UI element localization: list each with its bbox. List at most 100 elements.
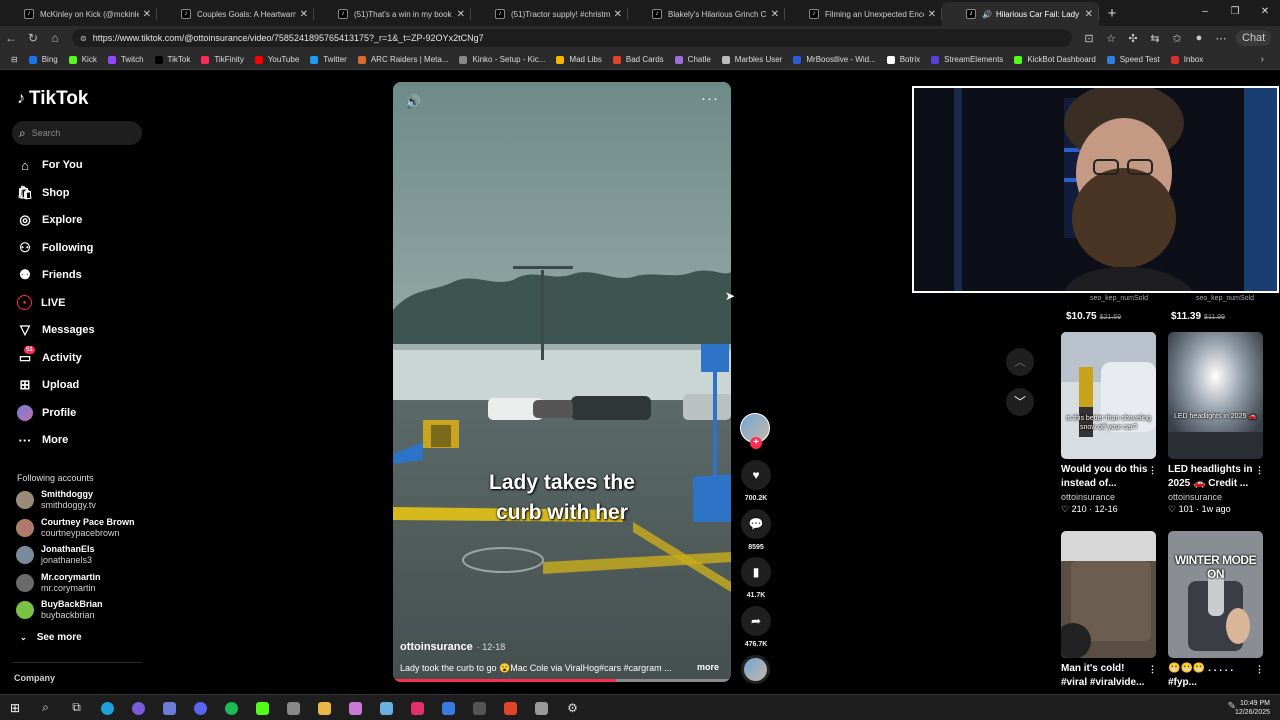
- share-button[interactable]: ➦ 476.7K: [740, 605, 772, 648]
- following-account[interactable]: JonathanEls jonathanels3: [16, 544, 95, 566]
- share-arrow-icon[interactable]: ➦: [741, 605, 771, 636]
- search-input[interactable]: ⌕ Search: [12, 121, 142, 145]
- related-video-thumbnail[interactable]: is this better than shoveling snow off y…: [1061, 332, 1156, 459]
- related-video-thumbnail[interactable]: LED headlights in 2025 🚗: [1168, 332, 1263, 459]
- browser-tab[interactable]: ♪ 🔊Hilarious Car Fail: Lady Hits th ✕: [942, 2, 1099, 26]
- bookmark-item[interactable]: Botrix: [886, 55, 920, 64]
- sidebar-item-shop[interactable]: 🛍 Shop: [17, 182, 70, 204]
- bookmark-item[interactable]: TikFinity: [201, 55, 244, 64]
- reload-icon[interactable]: ↻: [22, 31, 44, 45]
- app-icon[interactable]: [247, 700, 278, 715]
- app-icon[interactable]: [464, 700, 495, 715]
- favorites-icon[interactable]: ✩: [1166, 32, 1188, 45]
- bookmark-item[interactable]: Inbox: [1170, 55, 1203, 64]
- heart-icon[interactable]: ♥: [741, 460, 771, 490]
- folder-icon[interactable]: [309, 700, 340, 715]
- spotify-icon[interactable]: [216, 700, 247, 715]
- speaker-icon[interactable]: 🔊: [982, 10, 992, 19]
- following-account[interactable]: Mr.corymartin mr.corymartin: [16, 572, 101, 594]
- browser-tab[interactable]: ♪ (51)Tractor supply! #christmas | tra ✕: [471, 2, 628, 26]
- bookmark-item[interactable]: Kick: [68, 55, 97, 64]
- bookmark-item[interactable]: Bing: [28, 55, 58, 64]
- bookmark-folder-icon[interactable]: ⊟: [11, 55, 18, 64]
- extensions-icon[interactable]: ✣: [1122, 32, 1144, 45]
- bookmark-item[interactable]: ARC Raiders | Meta...: [357, 55, 448, 64]
- sidebar-item-explore[interactable]: ◎ Explore: [17, 209, 82, 231]
- bookmark-item[interactable]: Twitch: [107, 55, 144, 64]
- app-icon[interactable]: [526, 700, 557, 715]
- browser-tab[interactable]: ♪ (51)That's a win in my book | TikTo ✕: [314, 2, 471, 26]
- edge-browser-icon[interactable]: [92, 700, 123, 715]
- new-tab-button[interactable]: +: [1099, 2, 1125, 26]
- next-video-arrow-icon[interactable]: ﹀: [1006, 388, 1034, 416]
- related-video-card[interactable]: WINTER MODE ON ⋮ 😬😬😬 . . . . . #fyp...: [1168, 531, 1264, 690]
- related-video-card[interactable]: is this better than shoveling snow off y…: [1061, 332, 1157, 515]
- sidebar-item-live[interactable]: ● LIVE: [17, 292, 65, 314]
- browser-tab[interactable]: ♪ Couples Goals: A Heartwarming Tr ✕: [157, 2, 314, 26]
- shop-price[interactable]: $10.75 $21.59: [1066, 311, 1121, 322]
- app-icon[interactable]: [433, 700, 464, 715]
- site-info-icon[interactable]: ⊜: [80, 34, 87, 43]
- settings-gear-icon[interactable]: ⚙: [557, 701, 588, 715]
- tab-sync-icon[interactable]: ⇆: [1144, 32, 1166, 45]
- related-video-thumbnail[interactable]: WINTER MODE ON: [1168, 531, 1263, 658]
- more-options-icon[interactable]: ⋮: [1255, 463, 1264, 477]
- mute-toggle-icon[interactable]: 🔊: [405, 94, 421, 110]
- video-player[interactable]: 🔊 ··· Lady takes the curb with her ottoi…: [393, 82, 731, 682]
- app-install-icon[interactable]: ⊡: [1078, 32, 1100, 45]
- app-icon[interactable]: [495, 700, 526, 715]
- comment-button[interactable]: 💬 8595: [740, 508, 772, 551]
- home-icon[interactable]: ⌂: [44, 31, 66, 45]
- chat-button[interactable]: Chat: [1236, 30, 1272, 46]
- bookmark-item[interactable]: Speed Test: [1106, 55, 1160, 64]
- browser-tab[interactable]: ♪ McKinley on Kick (@mckinley.tv) | ✕: [0, 2, 157, 26]
- sidebar-item-messages[interactable]: ▽ Messages: [17, 319, 95, 341]
- close-tab-icon[interactable]: ✕: [928, 9, 936, 20]
- bookmark-item[interactable]: Twitter: [310, 55, 347, 64]
- favorite-star-icon[interactable]: ☆: [1100, 32, 1122, 45]
- sidebar-item-friends[interactable]: ⚉ Friends: [17, 264, 82, 286]
- maximize-icon[interactable]: ❐: [1220, 0, 1250, 24]
- bookmark-item[interactable]: KickBot Dashboard: [1014, 55, 1096, 64]
- bookmark-item[interactable]: TikTok: [154, 55, 190, 64]
- related-video-author[interactable]: ottoinsurance: [1168, 492, 1264, 502]
- related-video-card[interactable]: LED headlights in 2025 🚗 ⋮ LED headlights…: [1168, 332, 1264, 515]
- sidebar-item-profile[interactable]: Profile: [17, 402, 76, 424]
- sidebar-item-following[interactable]: ⚇ Following: [17, 237, 93, 259]
- close-window-icon[interactable]: ✕: [1250, 0, 1280, 24]
- bookmark-item[interactable]: Mad Libs: [556, 55, 602, 64]
- app-icon[interactable]: [278, 700, 309, 715]
- tiktok-logo[interactable]: ♪ TikTok: [17, 88, 88, 110]
- task-view-icon[interactable]: ⧉: [61, 700, 92, 715]
- sidebar-item-activity[interactable]: ▭ 51 Activity: [17, 345, 82, 369]
- menu-dots-icon[interactable]: ⋯: [1210, 32, 1232, 45]
- windows-start-icon[interactable]: ⊞: [0, 701, 30, 715]
- bookmark-icon[interactable]: ▮: [741, 557, 771, 587]
- minimize-icon[interactable]: –: [1190, 0, 1220, 24]
- see-more-button[interactable]: ⌄ See more: [20, 632, 82, 643]
- related-video-card[interactable]: ⋮ Man it's cold! #viral #viralvide...: [1061, 531, 1157, 690]
- close-tab-icon[interactable]: ✕: [457, 9, 465, 20]
- close-tab-icon[interactable]: ✕: [771, 9, 779, 20]
- description-more-button[interactable]: more: [697, 662, 719, 672]
- sidebar-item-upload[interactable]: ⊞ Upload: [17, 374, 80, 396]
- chrome-icon[interactable]: [123, 700, 154, 715]
- shop-price[interactable]: $11.39 $11.99: [1171, 311, 1225, 322]
- instagram-icon[interactable]: [402, 700, 433, 715]
- browser-tab[interactable]: ♪ Filming an Unexpected Encounter ✕: [785, 2, 942, 26]
- music-disc-icon[interactable]: [741, 655, 770, 684]
- close-tab-icon[interactable]: ✕: [614, 9, 622, 20]
- bookmark-item[interactable]: Chatle: [674, 55, 711, 64]
- bookmark-item[interactable]: Marbles User: [721, 55, 782, 64]
- search-icon[interactable]: ⌕: [30, 700, 61, 715]
- like-button[interactable]: ♥ 700.2K: [740, 460, 772, 502]
- bookmark-item[interactable]: Bad Cards: [612, 55, 664, 64]
- profile-avatar[interactable]: ●: [1188, 32, 1210, 44]
- company-link[interactable]: Company: [14, 673, 55, 683]
- following-account[interactable]: BuyBackBrian buybackbrian: [16, 599, 103, 621]
- following-account[interactable]: Smithdoggy smithdoggy.tv: [16, 489, 96, 511]
- previous-video-arrow-icon[interactable]: ︿: [1006, 348, 1034, 376]
- bookmark-item[interactable]: MrBoostlive - Wid...: [793, 55, 876, 64]
- video-progress-bar[interactable]: [393, 679, 731, 682]
- related-video-thumbnail[interactable]: [1061, 531, 1156, 658]
